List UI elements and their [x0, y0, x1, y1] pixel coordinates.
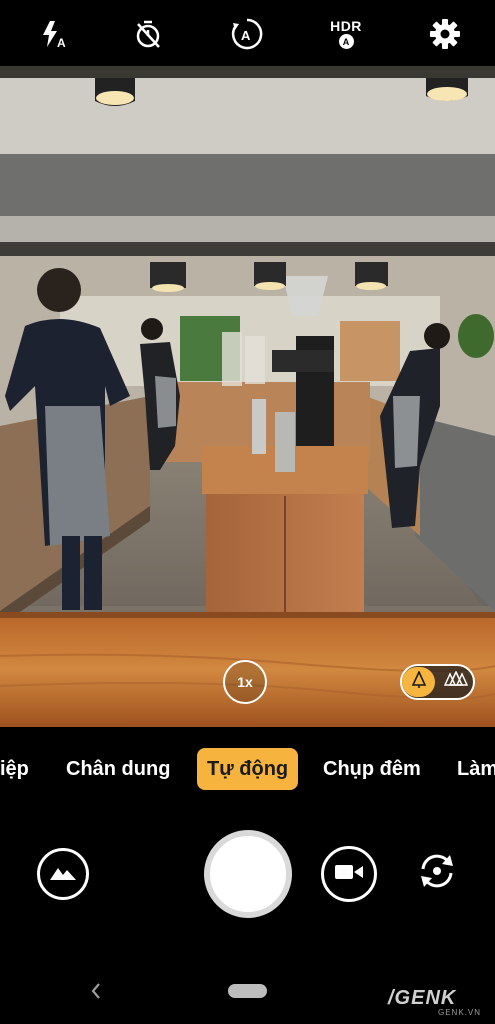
mode-partial-left[interactable]: iệp [0, 748, 29, 790]
hdr-mode-badge: A [338, 34, 354, 49]
wide-trees-icon [443, 669, 468, 694]
switch-camera-button[interactable] [412, 848, 462, 898]
nav-back-button[interactable] [86, 980, 106, 1002]
mode-auto[interactable]: Tự động [197, 748, 299, 790]
mountain-icon [50, 864, 76, 885]
rotate-camera-icon [414, 848, 460, 899]
camera-viewfinder[interactable] [0, 66, 495, 727]
mode-partial-right[interactable]: Làm [457, 748, 495, 790]
mode-portrait[interactable]: Chân dung [66, 748, 170, 790]
camera-mode-selector: iệp Chân dung Tự động Chụp đêm Làm [0, 742, 495, 796]
flash-mode-letter: A [57, 36, 66, 50]
genk-watermark-logo: /GENK [388, 987, 457, 1009]
shutter-inner-circle [213, 839, 283, 909]
settings-gear-icon[interactable] [425, 14, 465, 54]
camera-app: A A HDR A 1x iệp Chân dung Tự động Chụp … [0, 0, 495, 1024]
video-camera-icon [335, 863, 363, 886]
lens-switch-toggle[interactable] [400, 664, 475, 700]
auto-adjust-icon[interactable]: A [227, 14, 267, 54]
standard-lens-option[interactable] [402, 667, 435, 697]
video-mode-button[interactable] [321, 846, 377, 902]
nav-home-pill[interactable] [228, 984, 267, 998]
gallery-button[interactable] [37, 848, 89, 900]
shutter-button[interactable] [204, 830, 292, 918]
hdr-toggle[interactable]: HDR A [326, 14, 366, 54]
viewfinder-scene [0, 66, 495, 727]
single-tree-icon [411, 669, 426, 694]
flash-auto-icon[interactable]: A [34, 14, 74, 54]
timer-off-icon[interactable] [128, 14, 168, 54]
zoom-level-button[interactable]: 1x [223, 660, 267, 704]
wide-lens-option[interactable] [439, 667, 472, 697]
top-toolbar: A A HDR A [0, 0, 495, 66]
genk-watermark-domain: GENK.VN [438, 1008, 482, 1017]
chevron-left-icon [86, 983, 106, 1006]
hdr-label: HDR [330, 18, 362, 34]
mode-night[interactable]: Chụp đêm [323, 748, 421, 790]
auto-mode-letter: A [241, 28, 251, 43]
